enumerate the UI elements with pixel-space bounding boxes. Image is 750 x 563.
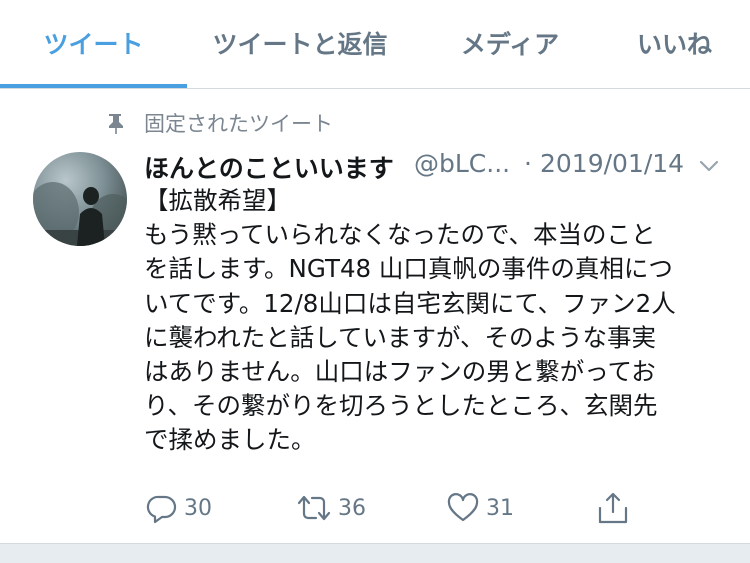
pin-icon	[109, 114, 123, 134]
avatar[interactable]	[33, 152, 127, 246]
tweet-text-line: に襲われたと話していますが、そのような事実	[144, 322, 657, 352]
pinned-label: 固定されたツイート	[144, 112, 333, 136]
tab-tweets-and-replies[interactable]: ツイートと返信	[195, 0, 405, 88]
tab-likes[interactable]: いいね	[612, 0, 737, 88]
reply-count: 30	[184, 495, 212, 521]
retweet-icon	[297, 495, 331, 521]
display-name[interactable]: ほんとのこといいます	[144, 149, 394, 185]
tab-media[interactable]: メディア	[430, 0, 590, 88]
tweet-text-line: もう黙っていられなくなったので、本当のこと	[144, 220, 656, 250]
tweet-text-line: で揉めました。	[144, 425, 316, 455]
tweet-text-line: はありません。山口はファンの男と繋がってお	[144, 356, 656, 386]
tweet-text-line: いてです。12/8山口は自宅玄関にて、ファン2人	[144, 288, 676, 318]
next-tweet-divider	[0, 543, 750, 563]
reply-button[interactable]: 30	[146, 488, 212, 528]
heart-icon	[447, 493, 479, 522]
tweet-text-line: り、その繋がりを切ろうとしたところ、玄関先	[144, 391, 658, 421]
tweet-text: 【拡散希望】 もう黙っていられなくなったので、本当のこと を話します。NGT48…	[144, 184, 724, 458]
chevron-down-icon[interactable]	[696, 153, 722, 179]
tweet-header: ほんとのこといいます @bLC... · 2019/01/14	[144, 145, 724, 185]
tweet-date[interactable]: 2019/01/14	[540, 149, 684, 178]
tweet-text-line: を話します。NGT48 山口真帆の事件の真相につ	[144, 254, 673, 284]
profile-tabs: ツイート ツイートと返信 メディア いいね	[0, 0, 750, 89]
share-icon	[598, 492, 628, 524]
retweet-count: 36	[338, 495, 366, 521]
share-button[interactable]	[596, 488, 630, 528]
avatar-image	[33, 152, 127, 246]
tweet-actions: 30 36 31	[144, 488, 704, 528]
tweet-text-line: 【拡散希望】	[144, 186, 291, 215]
like-count: 31	[486, 495, 514, 521]
tab-tweets[interactable]: ツイート	[0, 0, 187, 88]
user-handle[interactable]: @bLC...	[414, 149, 510, 178]
reply-icon	[146, 495, 177, 524]
retweet-button[interactable]: 36	[296, 488, 366, 528]
like-button[interactable]: 31	[446, 488, 514, 528]
active-tab-indicator	[0, 84, 187, 88]
pinned-tweet-indicator: 固定されたツイート	[104, 108, 333, 138]
separator-dot: ·	[524, 149, 532, 178]
